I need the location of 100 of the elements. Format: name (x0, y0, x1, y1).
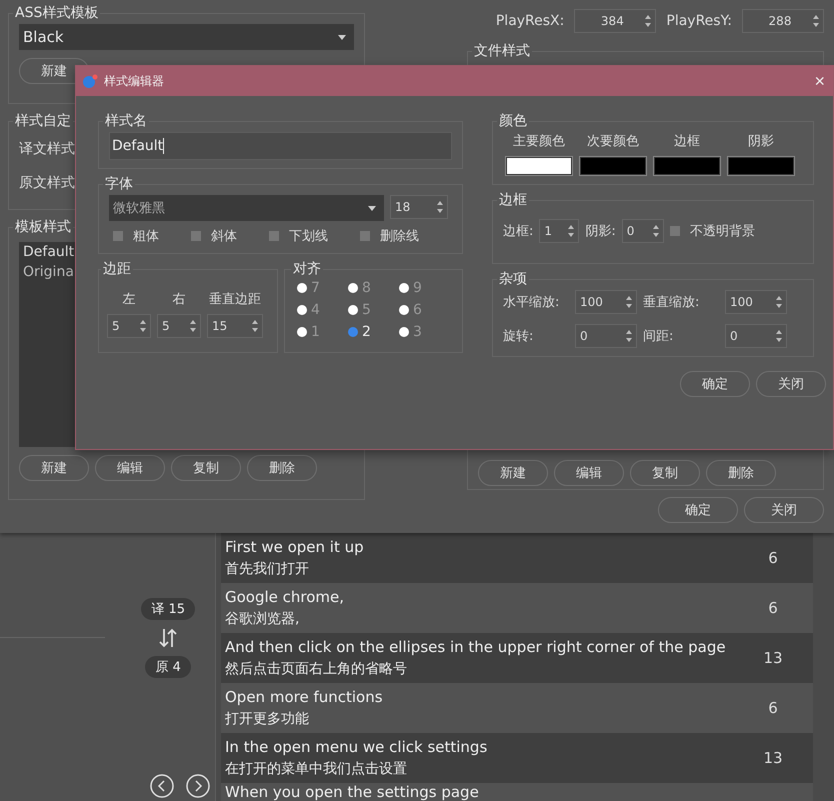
action-button[interactable]: 复制 (171, 455, 241, 481)
count-badge: 译 15 (141, 598, 195, 620)
subtitle-row[interactable]: Google chrome, 谷歌浏览器, 6 (221, 583, 813, 633)
radio-button[interactable] (348, 283, 358, 293)
checkbox[interactable] (670, 226, 680, 236)
action-button[interactable]: 删除 (706, 460, 776, 486)
radio-button[interactable] (348, 305, 358, 315)
subtitle-row[interactable]: When you open the settings page (221, 783, 813, 801)
action-button[interactable]: 新建 (19, 455, 89, 481)
font-dropdown[interactable]: 微软雅黑 (109, 195, 384, 221)
spin-field[interactable]: 100 (725, 290, 787, 314)
spin-field[interactable]: 5 (157, 314, 201, 338)
radio-button[interactable] (399, 327, 409, 337)
spin-field[interactable]: 0 (575, 324, 637, 348)
spin-field[interactable]: 5 (107, 314, 151, 338)
checkbox-label: 粗体 (133, 228, 159, 245)
action-button[interactable]: 编辑 (554, 460, 624, 486)
subtitle-row[interactable]: Open more functions 打开更多功能 6 (221, 683, 813, 733)
dialog-button[interactable]: 关闭 (756, 371, 826, 397)
spin-field[interactable]: 100 (575, 290, 637, 314)
dropdown-arrow-icon (338, 34, 346, 40)
radio-button[interactable] (348, 327, 358, 337)
field-label: 右 (172, 291, 186, 308)
group-title: 对齐 (292, 260, 322, 278)
dialog-button[interactable]: 确定 (658, 497, 738, 523)
spin-field[interactable]: 384 (574, 9, 656, 33)
group-title: 边距 (102, 260, 132, 278)
previous-icon[interactable] (150, 774, 174, 798)
color-swatch[interactable] (505, 156, 573, 176)
subtitle-text: When you open the settings page (225, 783, 480, 801)
close-button[interactable]: × (812, 70, 827, 92)
action-button[interactable]: 删除 (247, 455, 317, 481)
radio-label: 8 (362, 280, 371, 296)
color-swatch[interactable] (727, 156, 795, 176)
radio-label: 3 (413, 324, 422, 340)
radio-label: 7 (311, 280, 320, 296)
field-label: PlayResX: (496, 13, 564, 29)
spin-field[interactable]: 18 (390, 195, 448, 219)
window-title: 样式编辑器 (104, 72, 164, 90)
field-label: 译文样式 (19, 140, 75, 158)
spin-field[interactable]: 288 (742, 9, 824, 33)
group-title: 边框 (498, 191, 528, 209)
spin-arrows-icon (813, 14, 819, 28)
checkbox-label: 斜体 (211, 228, 237, 245)
spin-arrows-icon (140, 319, 146, 333)
radio-button[interactable] (297, 327, 307, 337)
style-list-item[interactable]: Default (23, 244, 74, 260)
color-label: 次要颜色 (587, 133, 639, 150)
radio-label: 2 (362, 324, 371, 340)
spin-field[interactable]: 15 (207, 314, 263, 338)
swap-icon[interactable] (159, 628, 178, 648)
count-text: 13 (762, 649, 784, 667)
translation-text: 然后点击页面右上角的省略号 (225, 660, 408, 678)
radio-label: 1 (311, 324, 320, 340)
checkbox[interactable] (360, 231, 370, 241)
radio-label: 4 (311, 302, 320, 318)
checkbox-label: 不透明背景 (690, 223, 755, 240)
radio-button[interactable] (399, 305, 409, 315)
style-name-field[interactable]: Default (109, 132, 452, 160)
group-title: 杂项 (498, 270, 528, 288)
radio-button[interactable] (297, 305, 307, 315)
field-label: 旋转: (503, 328, 534, 345)
radio-label: 6 (413, 302, 422, 318)
color-label: 阴影 (748, 133, 774, 150)
checkbox[interactable] (269, 231, 279, 241)
subtitle-text: Google chrome, (225, 588, 346, 606)
spin-arrows-icon (645, 14, 652, 28)
color-swatch[interactable] (579, 156, 647, 176)
radio-button[interactable] (297, 283, 307, 293)
spin-arrows-icon (652, 224, 659, 238)
translation-text: 首先我们打开 (225, 560, 310, 578)
spin-arrows-icon (252, 319, 258, 333)
translation-text: 打开更多功能 (225, 710, 310, 728)
spin-field[interactable]: 1 (539, 219, 580, 243)
radio-button[interactable] (399, 283, 409, 293)
template-dropdown[interactable]: Black (19, 24, 354, 50)
action-button[interactable]: 编辑 (95, 455, 165, 481)
subtitle-text: First we open it up (225, 538, 365, 556)
field-label: 左 (122, 291, 136, 308)
subtitle-row[interactable]: And then click on the ellipses in the upper right corner of the page 然后点击页面右上角的省略号 13 (221, 633, 813, 683)
spin-field[interactable]: 0 (622, 219, 664, 243)
action-button[interactable]: 复制 (630, 460, 700, 486)
next-icon[interactable] (186, 774, 210, 798)
style-list-item[interactable]: Origina (23, 264, 74, 280)
spin-arrows-icon (190, 319, 196, 333)
checkbox[interactable] (113, 231, 123, 241)
dialog-button[interactable]: 关闭 (744, 497, 824, 523)
dialog-button[interactable]: 确定 (680, 371, 750, 397)
subtitle-row[interactable]: In the open menu we click settings 在打开的菜单中我们点击设置 13 (221, 733, 813, 783)
radio-label: 5 (362, 302, 371, 318)
count-text: 13 (762, 749, 784, 767)
checkbox[interactable] (191, 231, 201, 241)
count-text: 6 (767, 699, 779, 717)
subtitle-text: Open more functions (225, 688, 384, 706)
field-label: 间距: (643, 328, 674, 345)
subtitle-row[interactable]: First we open it up 首先我们打开 6 (221, 533, 813, 583)
color-swatch[interactable] (653, 156, 721, 176)
spin-field[interactable]: 0 (725, 324, 787, 348)
spin-arrows-icon (626, 329, 632, 343)
action-button[interactable]: 新建 (478, 460, 548, 486)
